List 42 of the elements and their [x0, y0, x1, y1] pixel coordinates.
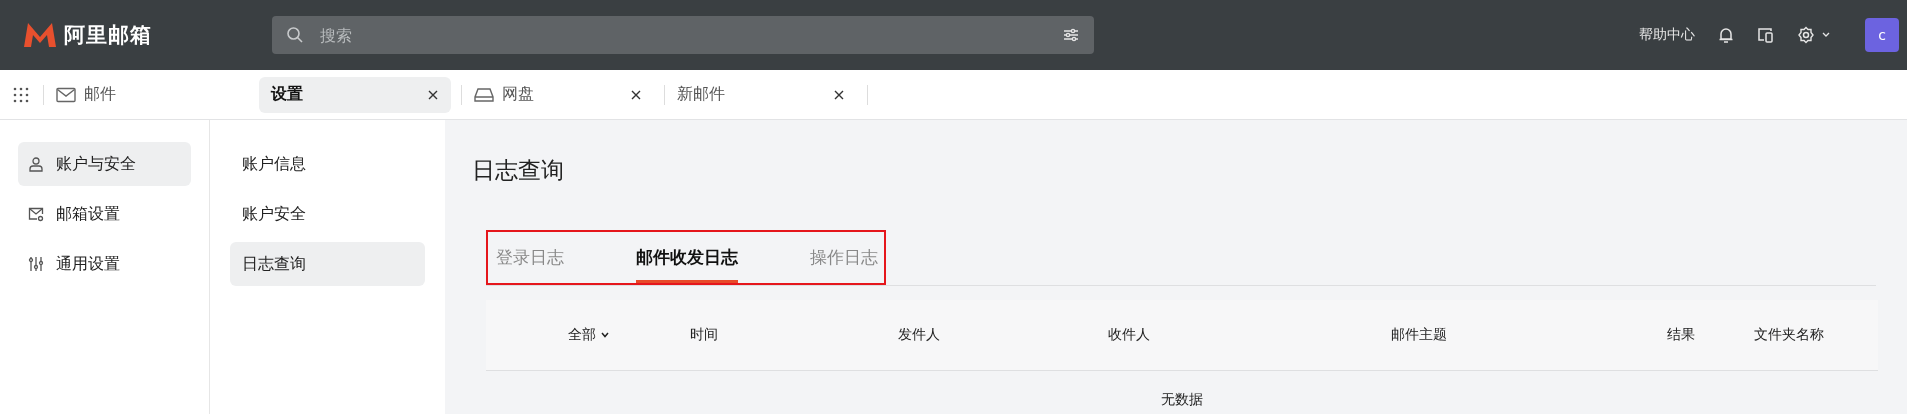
search-icon: [286, 26, 304, 44]
sidebar-item[interactable]: 账户与安全: [18, 142, 191, 186]
drive-icon: [474, 86, 494, 103]
app-tab[interactable]: 新邮件: [665, 76, 857, 113]
search-field[interactable]: 搜索: [318, 24, 1048, 46]
close-icon[interactable]: [630, 88, 642, 101]
column-header: 收件人: [1108, 326, 1150, 344]
close-icon[interactable]: [427, 88, 439, 101]
filter-icon[interactable]: [1062, 27, 1080, 43]
subnav-item[interactable]: 账户安全: [230, 192, 425, 236]
mail-icon: [56, 86, 76, 103]
logo-icon: [22, 21, 58, 49]
column-header: 文件夹名称: [1754, 326, 1824, 344]
apps-grid-icon[interactable]: [13, 86, 29, 103]
column-header: 时间: [690, 326, 718, 344]
caret-icon: [600, 331, 610, 339]
app-tab[interactable]: 设置: [259, 76, 451, 113]
sidebar-item[interactable]: 邮箱设置: [18, 192, 191, 236]
user-icon: [28, 156, 44, 172]
brand-name: 阿里邮箱: [64, 22, 152, 49]
mail-gear-icon: [28, 206, 44, 222]
column-header: 发件人: [898, 326, 940, 344]
subnav-item[interactable]: 日志查询: [230, 242, 425, 286]
help-link[interactable]: 帮助中心: [1639, 26, 1695, 44]
app-tab[interactable]: 邮件: [44, 76, 229, 113]
bell-icon[interactable]: [1717, 26, 1735, 44]
sidebar-item[interactable]: 通用设置: [18, 242, 191, 286]
subnav-item[interactable]: 账户信息: [230, 142, 425, 186]
app-tab[interactable]: 网盘: [462, 76, 654, 113]
settings-icon[interactable]: [1797, 26, 1815, 44]
page-title: 日志查询: [472, 156, 564, 185]
filter-dropdown[interactable]: 全部: [568, 326, 610, 344]
log-tab[interactable]: 邮件收发日志: [636, 232, 738, 283]
close-icon[interactable]: [833, 88, 845, 101]
user-avatar[interactable]: c: [1865, 18, 1899, 52]
sliders-icon: [28, 256, 44, 272]
search-bar[interactable]: 搜索: [272, 16, 1094, 54]
empty-message: 无数据: [1161, 391, 1203, 409]
devices-icon[interactable]: [1757, 26, 1775, 44]
caret-icon[interactable]: [1821, 31, 1831, 39]
column-header: 邮件主题: [1391, 326, 1447, 344]
column-header: 结果: [1667, 326, 1695, 344]
